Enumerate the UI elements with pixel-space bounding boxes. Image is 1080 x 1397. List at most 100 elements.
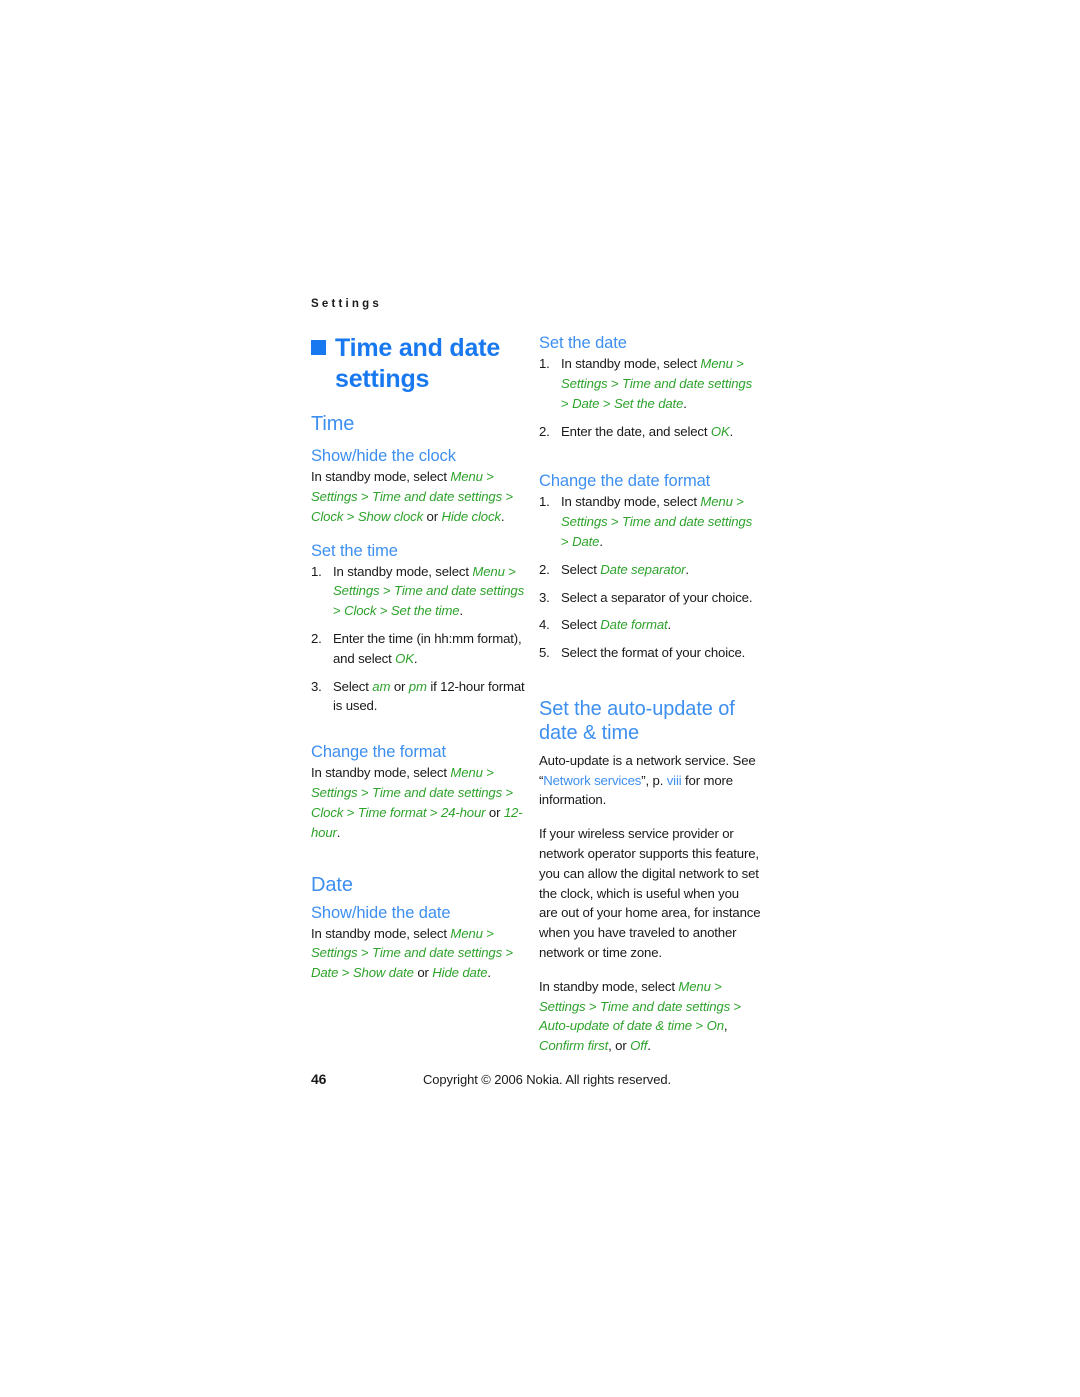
list-item: 2. Select Date separator. — [539, 560, 761, 580]
separator: > — [482, 925, 494, 941]
menu-token: Time and date settings — [622, 375, 753, 391]
step-number: 2. — [539, 561, 550, 577]
chapter-title-text: Time and date settings — [335, 334, 501, 393]
left-column: Time and date settings Time Show/hide th… — [311, 333, 533, 983]
separator: > — [732, 356, 744, 372]
separator: > — [502, 945, 514, 961]
step-number: 4. — [539, 617, 550, 633]
separator: > — [502, 785, 514, 801]
list-item: 2. Enter the time (in hh:mm format), and … — [311, 629, 533, 669]
steps-change-the-date-format: 1. In standby mode, select Menu > Setting… — [539, 492, 761, 663]
text-period: . — [729, 423, 734, 439]
menu-token: Menu — [700, 356, 733, 372]
menu-token: Settings — [333, 583, 380, 599]
menu-token: Set the time — [390, 603, 460, 619]
text-period: . — [647, 1038, 651, 1054]
paragraph-auto-update-description: If your wireless service provider or net… — [539, 826, 761, 960]
separator: > — [599, 395, 614, 411]
menu-token: Auto-update of date & time — [539, 1018, 692, 1034]
menu-token: Menu — [678, 978, 711, 994]
copyright-notice: Copyright © 2006 Nokia. All rights reser… — [423, 1072, 671, 1087]
step-number: 1. — [539, 494, 550, 510]
text-period: . — [487, 965, 491, 981]
list-item: 1. In standby mode, select Menu > Setting… — [539, 492, 761, 551]
text-or: , or — [608, 1038, 631, 1054]
menu-token: Date format — [600, 617, 668, 633]
step-number: 1. — [539, 356, 550, 372]
menu-token: OK — [395, 650, 414, 666]
section-heading-date: Date — [311, 873, 353, 896]
menu-token: OK — [710, 423, 730, 439]
list-item: 5. Select the format of your choice. — [539, 643, 761, 663]
text-lead: Select a separator of your choice. — [561, 589, 753, 605]
separator: > — [585, 998, 601, 1014]
text-lead: In standby mode, select — [561, 356, 701, 372]
menu-token: Menu — [472, 563, 505, 579]
subheading-show-hide-clock: Show/hide the clock — [311, 447, 456, 465]
menu-token: Settings — [311, 945, 358, 961]
text-mid: ”, p. — [641, 772, 667, 788]
subheading-show-hide-date: Show/hide the date — [311, 903, 451, 922]
menu-token: Date — [572, 395, 600, 411]
step-number: 5. — [539, 645, 550, 661]
text-lead: Select the format of your choice. — [561, 645, 746, 661]
section-heading-time: Time — [311, 413, 355, 435]
steps-set-the-time: 1. In standby mode, select Menu > Setting… — [311, 562, 533, 717]
text-or: or — [485, 804, 504, 820]
menu-token: Clock — [311, 508, 344, 524]
text-period: . — [599, 534, 603, 550]
text-lead: In standby mode, select — [539, 978, 679, 994]
text-or: or — [423, 508, 442, 524]
menu-token: Settings — [539, 998, 586, 1014]
separator: > — [343, 804, 358, 820]
text-lead: Enter the date, and select — [561, 423, 711, 439]
separator: > — [607, 514, 623, 530]
menu-token: Time and date settings — [372, 785, 503, 801]
separator: > — [482, 469, 494, 485]
running-header: Settings — [311, 298, 382, 310]
menu-token: Menu — [700, 494, 733, 510]
separator: > — [357, 945, 373, 961]
steps-set-the-date: 1. In standby mode, select Menu > Setting… — [539, 354, 761, 441]
text-lead: In standby mode, select — [333, 563, 473, 579]
page-number: 46 — [311, 1071, 327, 1087]
text-period: . — [500, 508, 505, 524]
list-item: 2. Enter the date, and select OK. — [539, 422, 761, 442]
separator: > — [561, 395, 573, 411]
menu-token: Date — [572, 534, 600, 550]
menu-token: Menu — [450, 925, 483, 941]
menu-token: Date separator — [600, 561, 686, 577]
menu-token: Show date — [352, 965, 414, 981]
separator: > — [504, 563, 516, 579]
text-period: . — [459, 603, 463, 619]
separator: > — [607, 375, 623, 391]
chapter-title: Time and date settings — [311, 333, 533, 394]
text-period: . — [683, 395, 687, 411]
separator: > — [482, 765, 494, 781]
menu-token: Settings — [561, 514, 608, 530]
separator: > — [732, 494, 744, 510]
menu-token: Hide date — [432, 965, 488, 981]
paragraph-show-hide-date: In standby mode, select Menu > Settings … — [311, 924, 533, 983]
link-page-viii[interactable]: viii — [667, 773, 682, 788]
menu-token: Time and date settings — [600, 998, 731, 1014]
subheading-change-the-format: Change the format — [311, 743, 446, 762]
step-number: 2. — [311, 631, 322, 647]
step-number: 3. — [539, 589, 550, 605]
right-column: Set the date 1. In standby mode, select M… — [539, 333, 761, 1056]
link-network-services[interactable]: Network services — [543, 773, 641, 788]
text-comma: , — [723, 1018, 728, 1034]
square-bullet-icon — [311, 340, 326, 355]
menu-token: Settings — [311, 785, 358, 801]
text-mid: or — [390, 678, 409, 694]
text-lead: Select — [333, 678, 373, 694]
text-period: . — [336, 824, 341, 840]
step-number: 2. — [539, 423, 550, 439]
menu-token: Settings — [311, 488, 358, 504]
menu-token: Time and date settings — [372, 488, 503, 504]
menu-token: Menu — [450, 765, 483, 781]
text-lead: Enter the time (in hh:mm format), and se… — [333, 631, 522, 666]
separator: > — [730, 998, 742, 1014]
